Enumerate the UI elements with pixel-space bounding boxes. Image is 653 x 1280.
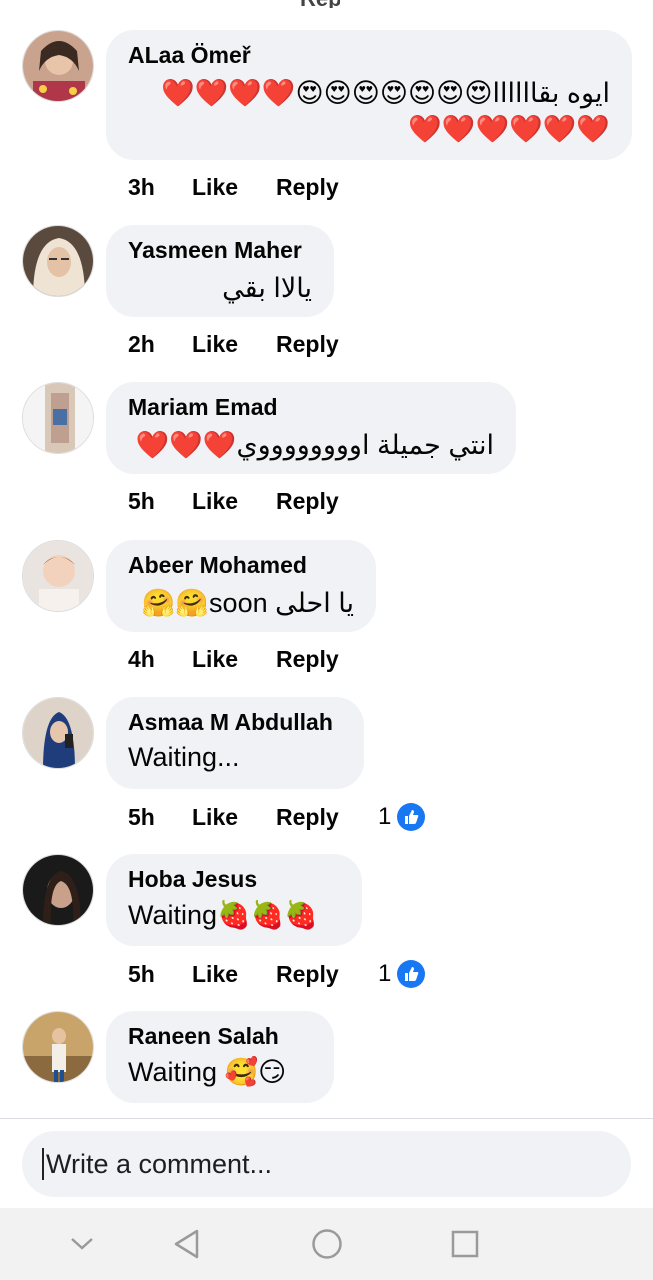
like-button[interactable]: Like	[192, 174, 276, 201]
comment-author[interactable]: Yasmeen Maher	[128, 237, 312, 264]
comment-bubble: Raneen Salah Waiting 🥰😏	[106, 1011, 334, 1103]
comment-text: Waiting...	[128, 742, 240, 772]
comment-time: 5h	[128, 488, 155, 514]
comment-text: يالاا بقي	[222, 273, 312, 303]
avatar[interactable]	[22, 540, 94, 612]
like-button[interactable]: Like	[192, 804, 276, 831]
reply-button[interactable]: Reply	[276, 804, 376, 831]
comment-author[interactable]: ALaa Ömeř	[128, 42, 610, 69]
reaction-count: 1	[378, 803, 392, 830]
reaction-count: 1	[378, 960, 392, 987]
comment-time: 4h	[128, 646, 155, 672]
reply-button[interactable]: Reply	[276, 488, 376, 515]
comment-time: 2h	[128, 331, 155, 357]
comment-bubble: Abeer Mohamed يا احلى soon🤗🤗	[106, 540, 376, 632]
reply-button[interactable]: Reply	[276, 646, 376, 673]
comment-time: 3h	[128, 174, 155, 200]
home-circle-icon[interactable]	[309, 1226, 345, 1262]
avatar[interactable]	[22, 30, 94, 102]
comment-text: ايوه بقاااااا😍😍😍😍😍😍😍❤️❤️❤️❤️❤️❤️❤️❤️❤️❤️	[160, 78, 610, 144]
reaction-summary[interactable]: 1	[378, 803, 426, 831]
comment-bubble: Yasmeen Maher يالاا بقي	[106, 225, 334, 317]
comment-input-placeholder: Write a comment...	[46, 1148, 273, 1179]
comment-bubble: Asmaa M Abdullah Waiting...	[106, 697, 364, 789]
avatar[interactable]	[22, 225, 94, 297]
avatar[interactable]	[22, 382, 94, 454]
reply-button[interactable]: Reply	[276, 961, 376, 988]
avatar[interactable]	[22, 697, 94, 769]
comment-input[interactable]: Write a comment...	[22, 1131, 631, 1197]
back-triangle-icon[interactable]	[168, 1226, 204, 1262]
recents-square-icon[interactable]	[447, 1226, 483, 1262]
reply-button[interactable]: Reply	[276, 174, 376, 201]
scrolled-off-text: Reply	[300, 0, 340, 8]
thumbs-up-icon	[397, 803, 426, 831]
comment-time: 5h	[128, 960, 155, 987]
comment-author[interactable]: Abeer Mohamed	[128, 552, 354, 579]
comment-bubble: ALaa Ömeř ايوه بقاااااا😍😍😍😍😍😍😍❤️❤️❤️❤️❤️…	[106, 30, 632, 160]
back-chevron-icon[interactable]	[64, 1226, 100, 1262]
comment-actions: 3h Like Reply	[128, 174, 376, 201]
comment-actions: 5h Like Reply	[128, 488, 376, 515]
comment-bubble: Mariam Emad انتي جميلة اووووووووي❤️❤️❤️	[106, 382, 516, 474]
system-navigation-bar	[0, 1208, 653, 1280]
comment-actions: 2h Like Reply	[128, 331, 376, 358]
like-button[interactable]: Like	[192, 646, 276, 673]
like-button[interactable]: Like	[192, 488, 276, 515]
reply-button[interactable]: Reply	[276, 331, 376, 358]
like-button[interactable]: Like	[192, 331, 276, 358]
avatar[interactable]	[22, 1011, 94, 1083]
comment-bubble: Hoba Jesus Waiting🍓🍓🍓	[106, 854, 362, 946]
like-button[interactable]: Like	[192, 961, 276, 988]
comment-actions: 5h Like Reply 1	[128, 803, 426, 831]
thumbs-up-icon	[397, 960, 426, 988]
text-cursor	[42, 1148, 44, 1180]
avatar[interactable]	[22, 854, 94, 926]
comment-actions: 4h Like Reply	[128, 646, 376, 673]
comment-actions: 5h Like Reply 1	[128, 960, 426, 988]
comment-time: 5h	[128, 803, 155, 830]
comment-author[interactable]: Hoba Jesus	[128, 866, 340, 893]
comment-author[interactable]: Asmaa M Abdullah	[128, 709, 342, 736]
comment-text: انتي جميلة اووووووووي❤️❤️❤️	[135, 430, 494, 460]
comment-text: Waiting🍓🍓🍓	[128, 900, 318, 930]
reaction-summary[interactable]: 1	[378, 960, 426, 988]
comment-text: Waiting 🥰😏	[128, 1057, 287, 1087]
comment-author[interactable]: Mariam Emad	[128, 394, 494, 421]
comment-author[interactable]: Raneen Salah	[128, 1023, 312, 1050]
comment-text: يا احلى soon🤗🤗	[141, 588, 354, 618]
comment-composer: Write a comment...	[0, 1118, 653, 1209]
